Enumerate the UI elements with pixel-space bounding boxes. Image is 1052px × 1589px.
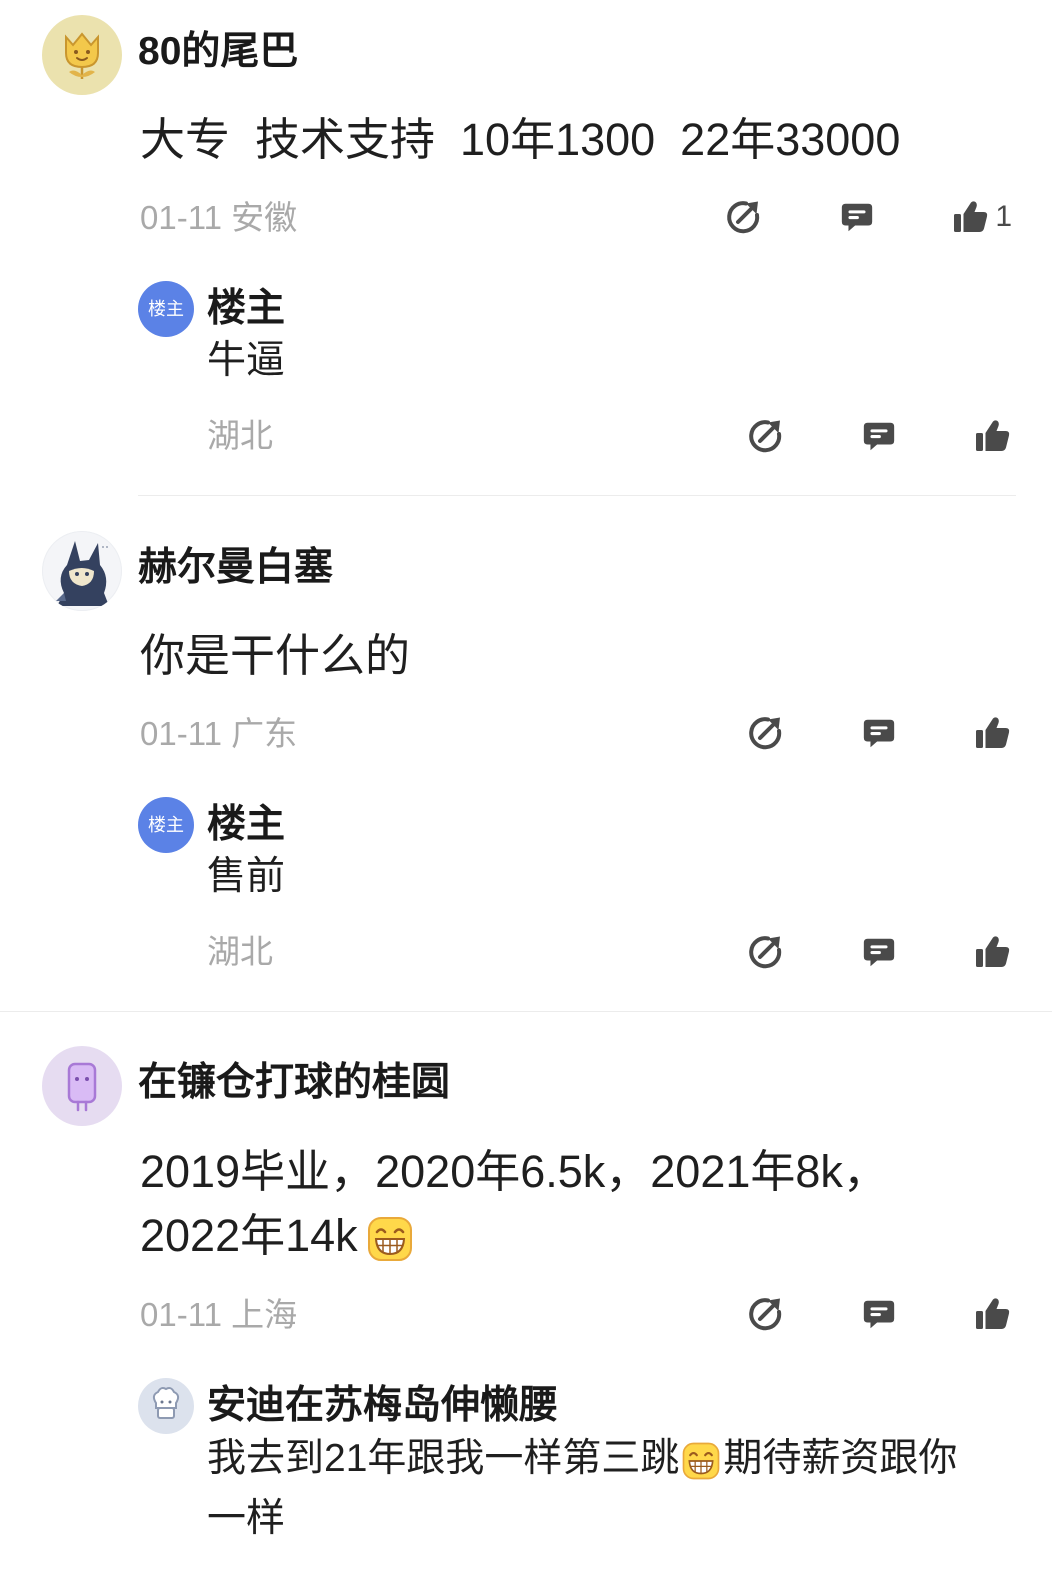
comment-text-line: 2019毕业，2020年6.5k，2021年8k， (140, 1146, 888, 1197)
comment-meta: 01-11 安徽 (140, 198, 297, 238)
cartoon-creature-avatar-icon (56, 541, 109, 606)
reply-button[interactable] (860, 714, 898, 752)
like-icon[interactable] (974, 1295, 1012, 1333)
reply-username[interactable]: 楼主 (207, 287, 285, 331)
share-icon[interactable] (746, 417, 784, 455)
divider (0, 1011, 1052, 1012)
like-icon[interactable] (974, 933, 1012, 971)
comment-actions: 1 (724, 198, 1012, 236)
comment-location: 上海 (231, 1296, 298, 1333)
comment-content: 2019毕业，2020年6.5k，2021年8k， 2022年14k (140, 1140, 888, 1268)
tulip-avatar-icon (65, 32, 99, 79)
like-count: 1 (995, 200, 1012, 233)
reply-actions (746, 933, 1012, 971)
chef-avatar-icon (152, 1387, 180, 1419)
reply-button[interactable] (860, 933, 898, 971)
reply-text-run: 期待薪资跟你 (723, 1437, 958, 1480)
user-avatar[interactable] (42, 1046, 122, 1126)
comment-text-line: 2022年14k (140, 1204, 888, 1268)
comment-location: 广东 (231, 715, 298, 752)
like-button[interactable] (974, 417, 1012, 455)
comment-date: 01-11 (140, 715, 222, 752)
comment-icon[interactable] (861, 934, 897, 970)
like-button[interactable] (952, 198, 990, 236)
like-icon[interactable] (974, 714, 1012, 752)
username[interactable]: 80的尾巴 (138, 30, 298, 74)
comment-list: 80的尾巴 大专 技术支持 10年1300 22年33000 01-11 安徽 … (0, 0, 1052, 1589)
owner-badge-avatar[interactable]: 楼主 (138, 281, 194, 337)
reply-button[interactable] (838, 198, 876, 236)
comment-meta: 01-11 广东 (140, 714, 297, 754)
share-icon[interactable] (746, 1295, 784, 1333)
share-button[interactable] (724, 198, 762, 236)
reply-content: 牛逼 (207, 339, 286, 382)
like-button[interactable] (974, 714, 1012, 752)
reply-actions (746, 417, 1012, 455)
share-button[interactable] (746, 1295, 784, 1333)
comment-date: 01-11 (140, 199, 222, 236)
divider (138, 495, 1016, 496)
reply-user-avatar[interactable] (138, 1378, 194, 1434)
reply-text-line: 我去到21年跟我一样第三跳 期待薪资跟你 (207, 1429, 957, 1489)
comment-icon[interactable] (861, 1296, 897, 1332)
user-avatar[interactable] (42, 15, 122, 95)
grinning-emoji-icon (366, 1215, 414, 1263)
like-button[interactable] (974, 933, 1012, 971)
share-button[interactable] (746, 714, 784, 752)
comment-date: 01-11 (140, 1296, 222, 1333)
purple-robot-avatar-icon (67, 1062, 97, 1112)
comment-actions (746, 1295, 1012, 1333)
share-icon[interactable] (724, 198, 762, 236)
grinning-emoji-icon (681, 1441, 721, 1481)
reply-text-line: 一样 (207, 1497, 286, 1540)
reply-button[interactable] (860, 1295, 898, 1333)
reply-button[interactable] (860, 417, 898, 455)
reply-content: 售前 (207, 855, 286, 898)
comment-text-line: 大专 技术支持 10年1300 22年33000 (140, 114, 901, 165)
comment-location: 安徽 (231, 199, 298, 236)
share-button[interactable] (746, 417, 784, 455)
comment-icon[interactable] (861, 715, 897, 751)
comment-content: 大专 技术支持 10年1300 22年33000 (140, 112, 900, 168)
comment-actions (746, 714, 1012, 752)
comment-icon[interactable] (861, 418, 897, 454)
share-icon[interactable] (746, 933, 784, 971)
reply-location: 湖北 (207, 933, 273, 970)
comment-meta: 01-11 上海 (140, 1295, 297, 1335)
comment-text-line: 你是干什么的 (140, 630, 411, 681)
comment-icon[interactable] (839, 199, 875, 235)
reply-location: 湖北 (207, 417, 273, 454)
like-button[interactable] (974, 1295, 1012, 1333)
reply-text-run: 我去到21年跟我一样第三跳 (207, 1437, 680, 1480)
share-icon[interactable] (746, 714, 784, 752)
like-icon[interactable] (952, 198, 990, 236)
comment-text-run: 2022年14k (140, 1210, 358, 1261)
username[interactable]: 在镰仓打球的桂圆 (138, 1061, 450, 1105)
share-button[interactable] (746, 933, 784, 971)
username[interactable]: 赫尔曼白塞 (138, 546, 333, 590)
reply-username[interactable]: 楼主 (207, 803, 285, 847)
owner-badge-avatar[interactable]: 楼主 (138, 797, 194, 853)
like-icon[interactable] (974, 417, 1012, 455)
user-avatar[interactable] (42, 531, 122, 611)
comment-content: 你是干什么的 (140, 628, 410, 684)
reply-content: 我去到21年跟我一样第三跳 期待薪资跟你 一样 (207, 1429, 957, 1549)
reply-username[interactable]: 安迪在苏梅岛伸懒腰 (207, 1384, 558, 1428)
